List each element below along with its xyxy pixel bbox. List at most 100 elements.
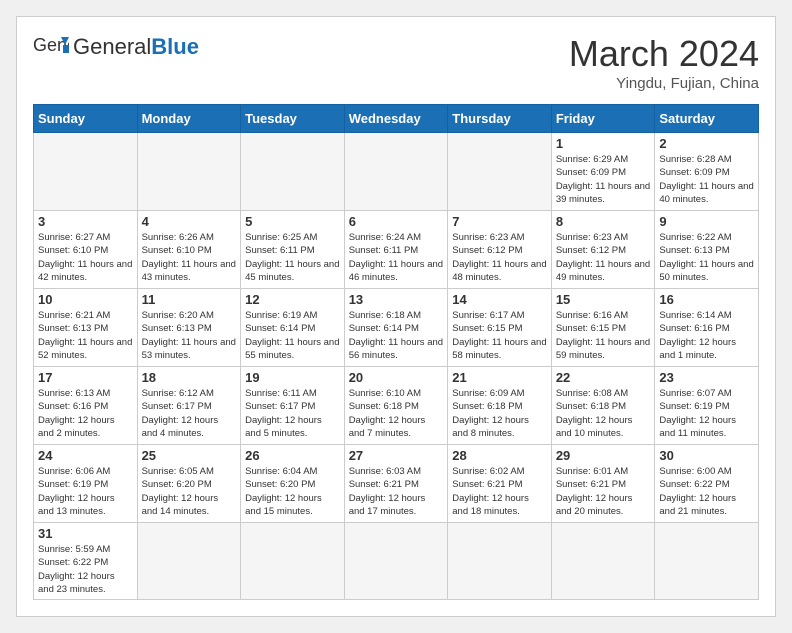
day-info: Sunrise: 6:07 AM Sunset: 6:19 PM Dayligh…: [659, 387, 754, 440]
calendar-cell: 4 Sunrise: 6:26 AM Sunset: 6:10 PM Daylig…: [137, 211, 241, 289]
day-info: Sunrise: 6:28 AM Sunset: 6:09 PM Dayligh…: [659, 153, 754, 206]
day-info: Sunrise: 6:27 AM Sunset: 6:10 PM Dayligh…: [38, 231, 133, 284]
calendar-cell: 9 Sunrise: 6:22 AM Sunset: 6:13 PM Daylig…: [655, 211, 759, 289]
day-number: 25: [142, 448, 237, 463]
calendar-cell: 10 Sunrise: 6:21 AM Sunset: 6:13 PM Dayli…: [34, 289, 138, 367]
day-info: Sunrise: 6:12 AM Sunset: 6:17 PM Dayligh…: [142, 387, 237, 440]
calendar-cell: 8Sunrise: 6:23 AM Sunset: 6:12 PM Daylig…: [551, 211, 655, 289]
weekday-header-saturday: Saturday: [655, 105, 759, 133]
month-title: March 2024: [569, 33, 759, 75]
day-info: Sunrise: 6:20 AM Sunset: 6:13 PM Dayligh…: [142, 309, 237, 362]
week-row-5: 24Sunrise: 6:06 AM Sunset: 6:19 PM Dayli…: [34, 445, 759, 523]
day-number: 1: [556, 136, 651, 151]
day-number: 7: [452, 214, 547, 229]
title-block: March 2024 Yingdu, Fujian, China: [569, 33, 759, 92]
calendar-cell: [137, 523, 241, 600]
day-info: Sunrise: 6:00 AM Sunset: 6:22 PM Dayligh…: [659, 465, 754, 518]
day-info: Sunrise: 6:14 AM Sunset: 6:16 PM Dayligh…: [659, 309, 754, 362]
header: General GeneralBlue March 2024 Yingdu, F…: [33, 33, 759, 92]
day-number: 26: [245, 448, 340, 463]
day-number: 20: [349, 370, 444, 385]
calendar-cell: 21Sunrise: 6:09 AM Sunset: 6:18 PM Dayli…: [448, 367, 552, 445]
day-number: 28: [452, 448, 547, 463]
logo-icon: General: [33, 33, 69, 61]
week-row-4: 17 Sunrise: 6:13 AM Sunset: 6:16 PM Dayli…: [34, 367, 759, 445]
weekday-header-tuesday: Tuesday: [241, 105, 345, 133]
calendar-cell: 27Sunrise: 6:03 AM Sunset: 6:21 PM Dayli…: [344, 445, 448, 523]
logo-text: GeneralBlue: [73, 34, 199, 59]
day-info: Sunrise: 6:01 AM Sunset: 6:21 PM Dayligh…: [556, 465, 651, 518]
calendar-cell: [241, 523, 345, 600]
calendar-cell: 11 Sunrise: 6:20 AM Sunset: 6:13 PM Dayli…: [137, 289, 241, 367]
week-row-3: 10 Sunrise: 6:21 AM Sunset: 6:13 PM Dayli…: [34, 289, 759, 367]
day-number: 15: [556, 292, 651, 307]
calendar-cell: 29 Sunrise: 6:01 AM Sunset: 6:21 PM Dayli…: [551, 445, 655, 523]
day-info: Sunrise: 6:17 AM Sunset: 6:15 PM Dayligh…: [452, 309, 547, 362]
calendar-cell: 30Sunrise: 6:00 AM Sunset: 6:22 PM Dayli…: [655, 445, 759, 523]
day-number: 18: [142, 370, 237, 385]
weekday-header-row: SundayMondayTuesdayWednesdayThursdayFrid…: [34, 105, 759, 133]
calendar-cell: [448, 523, 552, 600]
day-info: Sunrise: 6:22 AM Sunset: 6:13 PM Dayligh…: [659, 231, 754, 284]
calendar-cell: [137, 133, 241, 211]
calendar-table: SundayMondayTuesdayWednesdayThursdayFrid…: [33, 104, 759, 600]
calendar-cell: 6Sunrise: 6:24 AM Sunset: 6:11 PM Daylig…: [344, 211, 448, 289]
day-number: 23: [659, 370, 754, 385]
day-number: 13: [349, 292, 444, 307]
day-info: Sunrise: 6:09 AM Sunset: 6:18 PM Dayligh…: [452, 387, 547, 440]
day-number: 8: [556, 214, 651, 229]
day-info: Sunrise: 6:16 AM Sunset: 6:15 PM Dayligh…: [556, 309, 651, 362]
day-number: 4: [142, 214, 237, 229]
calendar-cell: 28 Sunrise: 6:02 AM Sunset: 6:21 PM Dayli…: [448, 445, 552, 523]
day-number: 5: [245, 214, 340, 229]
week-row-2: 3 Sunrise: 6:27 AM Sunset: 6:10 PM Daylig…: [34, 211, 759, 289]
calendar-cell: 31Sunrise: 5:59 AM Sunset: 6:22 PM Dayli…: [34, 523, 138, 600]
day-info: Sunrise: 6:19 AM Sunset: 6:14 PM Dayligh…: [245, 309, 340, 362]
day-info: Sunrise: 6:03 AM Sunset: 6:21 PM Dayligh…: [349, 465, 444, 518]
day-info: Sunrise: 6:26 AM Sunset: 6:10 PM Dayligh…: [142, 231, 237, 284]
calendar-cell: 7Sunrise: 6:23 AM Sunset: 6:12 PM Daylig…: [448, 211, 552, 289]
weekday-header-friday: Friday: [551, 105, 655, 133]
day-number: 10: [38, 292, 133, 307]
location: Yingdu, Fujian, China: [569, 75, 759, 92]
week-row-1: 1Sunrise: 6:29 AM Sunset: 6:09 PM Daylig…: [34, 133, 759, 211]
day-number: 16: [659, 292, 754, 307]
day-info: Sunrise: 5:59 AM Sunset: 6:22 PM Dayligh…: [38, 543, 133, 596]
day-number: 11: [142, 292, 237, 307]
calendar-cell: [344, 523, 448, 600]
calendar-cell: 25 Sunrise: 6:05 AM Sunset: 6:20 PM Dayli…: [137, 445, 241, 523]
day-info: Sunrise: 6:25 AM Sunset: 6:11 PM Dayligh…: [245, 231, 340, 284]
calendar-cell: [655, 523, 759, 600]
day-info: Sunrise: 6:11 AM Sunset: 6:17 PM Dayligh…: [245, 387, 340, 440]
day-number: 24: [38, 448, 133, 463]
day-info: Sunrise: 6:21 AM Sunset: 6:13 PM Dayligh…: [38, 309, 133, 362]
calendar-cell: 24Sunrise: 6:06 AM Sunset: 6:19 PM Dayli…: [34, 445, 138, 523]
day-number: 17: [38, 370, 133, 385]
calendar-cell: 20Sunrise: 6:10 AM Sunset: 6:18 PM Dayli…: [344, 367, 448, 445]
weekday-header-sunday: Sunday: [34, 105, 138, 133]
calendar-cell: 22 Sunrise: 6:08 AM Sunset: 6:18 PM Dayli…: [551, 367, 655, 445]
calendar-cell: 19 Sunrise: 6:11 AM Sunset: 6:17 PM Dayli…: [241, 367, 345, 445]
day-number: 14: [452, 292, 547, 307]
calendar-container: General GeneralBlue March 2024 Yingdu, F…: [16, 16, 776, 617]
calendar-cell: [34, 133, 138, 211]
logo: General GeneralBlue: [33, 33, 199, 61]
calendar-cell: 16 Sunrise: 6:14 AM Sunset: 6:16 PM Dayli…: [655, 289, 759, 367]
weekday-header-thursday: Thursday: [448, 105, 552, 133]
day-info: Sunrise: 6:05 AM Sunset: 6:20 PM Dayligh…: [142, 465, 237, 518]
calendar-cell: 14 Sunrise: 6:17 AM Sunset: 6:15 PM Dayli…: [448, 289, 552, 367]
day-number: 19: [245, 370, 340, 385]
day-info: Sunrise: 6:04 AM Sunset: 6:20 PM Dayligh…: [245, 465, 340, 518]
day-info: Sunrise: 6:13 AM Sunset: 6:16 PM Dayligh…: [38, 387, 133, 440]
day-info: Sunrise: 6:08 AM Sunset: 6:18 PM Dayligh…: [556, 387, 651, 440]
day-info: Sunrise: 6:02 AM Sunset: 6:21 PM Dayligh…: [452, 465, 547, 518]
calendar-cell: 12Sunrise: 6:19 AM Sunset: 6:14 PM Dayli…: [241, 289, 345, 367]
calendar-cell: 17 Sunrise: 6:13 AM Sunset: 6:16 PM Dayli…: [34, 367, 138, 445]
day-number: 3: [38, 214, 133, 229]
day-number: 22: [556, 370, 651, 385]
calendar-cell: 2Sunrise: 6:28 AM Sunset: 6:09 PM Daylig…: [655, 133, 759, 211]
calendar-cell: 23 Sunrise: 6:07 AM Sunset: 6:19 PM Dayli…: [655, 367, 759, 445]
calendar-cell: [241, 133, 345, 211]
day-number: 9: [659, 214, 754, 229]
day-number: 29: [556, 448, 651, 463]
